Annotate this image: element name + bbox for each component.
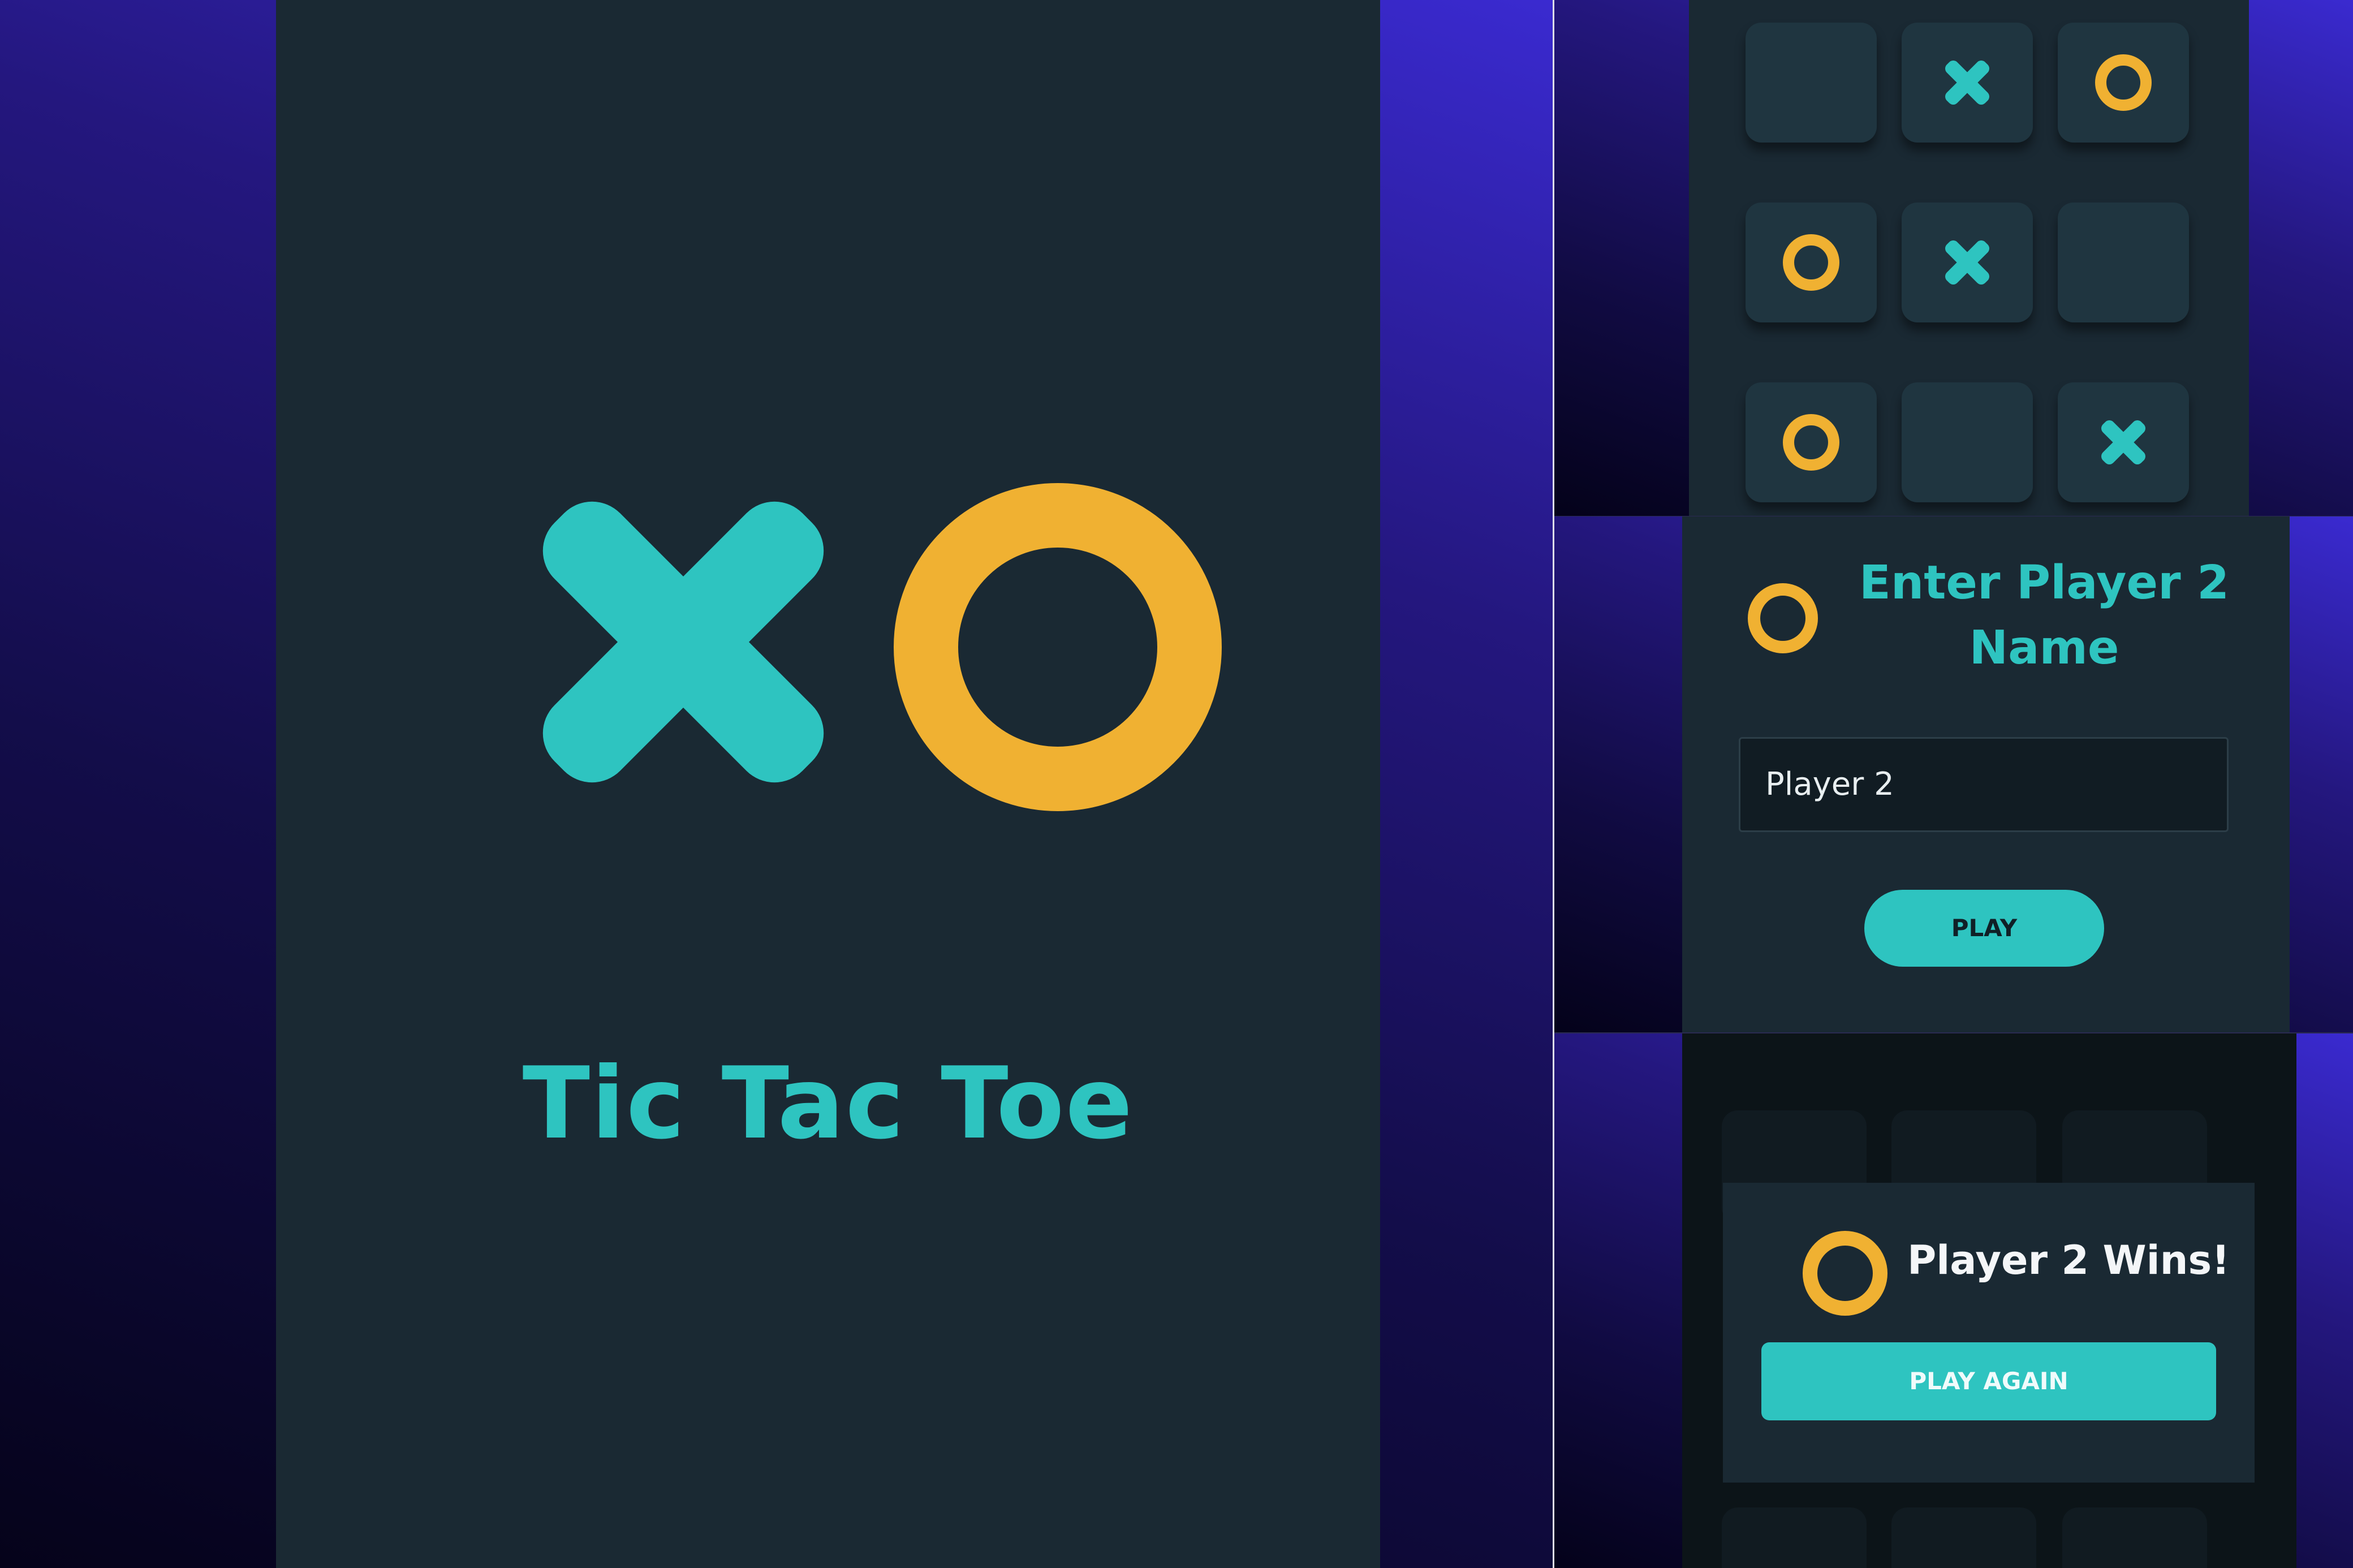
board-cell[interactable]	[1902, 203, 2033, 322]
cell-mark	[1902, 23, 2033, 143]
dimmed-board-cell	[1891, 1507, 2036, 1568]
board-cell[interactable]	[2058, 23, 2189, 143]
board-cell[interactable]	[2058, 382, 2189, 502]
cell-mark	[2058, 382, 2189, 502]
board-cell[interactable]	[1746, 23, 1877, 143]
heading-line-1: Enter Player 2	[1859, 556, 2230, 610]
board-cell[interactable]	[1746, 203, 1877, 322]
cell-mark	[1746, 382, 1877, 502]
dimmed-board-cell	[1722, 1507, 1867, 1568]
cell-mark	[1746, 203, 1877, 322]
board-panel	[1554, 0, 2353, 516]
x-icon	[1945, 240, 1989, 285]
board-cell[interactable]	[1902, 23, 2033, 143]
x-icon	[2101, 420, 2145, 464]
dimmed-board-cell	[2062, 1507, 2207, 1568]
board-cell[interactable]	[1902, 382, 2033, 502]
x-icon	[1945, 61, 1989, 105]
name-entry-panel: Enter Player 2 Name Player 2 PLAY	[1554, 516, 2353, 1032]
splash-panel: Tic Tac Toe	[0, 0, 1553, 1568]
game-board	[1689, 0, 2249, 516]
win-dialog: Player 2 Wins! PLAY AGAIN	[1723, 1183, 2255, 1483]
o-icon	[1803, 1231, 1887, 1316]
play-button[interactable]: PLAY	[1864, 890, 2104, 967]
name-entry-heading: Enter Player 2 Name	[1852, 550, 2236, 680]
heading-line-2: Name	[1969, 621, 2119, 675]
name-entry-screen: Enter Player 2 Name Player 2 PLAY	[1682, 516, 2290, 1032]
board-cell[interactable]	[1746, 382, 1877, 502]
play-again-button[interactable]: PLAY AGAIN	[1761, 1342, 2216, 1420]
logo	[542, 501, 824, 783]
win-message: Player 2 Wins!	[1907, 1237, 2230, 1283]
player-name-input[interactable]: Player 2	[1739, 737, 2229, 832]
o-icon	[894, 483, 1222, 811]
game-title: Tic Tac Toe	[522, 1046, 1134, 1161]
o-icon	[2095, 54, 2152, 111]
cell-mark	[2058, 23, 2189, 143]
splash-screen: Tic Tac Toe	[276, 0, 1380, 1568]
result-panel: Player 2 Wins! PLAY AGAIN	[1554, 1033, 2353, 1568]
result-screen: Player 2 Wins! PLAY AGAIN	[1682, 1033, 2296, 1568]
cell-mark	[1902, 203, 2033, 322]
board-cell[interactable]	[2058, 203, 2189, 322]
o-icon	[1783, 234, 1839, 291]
x-icon	[542, 501, 824, 783]
o-icon	[1783, 414, 1839, 471]
o-icon	[1748, 583, 1818, 653]
